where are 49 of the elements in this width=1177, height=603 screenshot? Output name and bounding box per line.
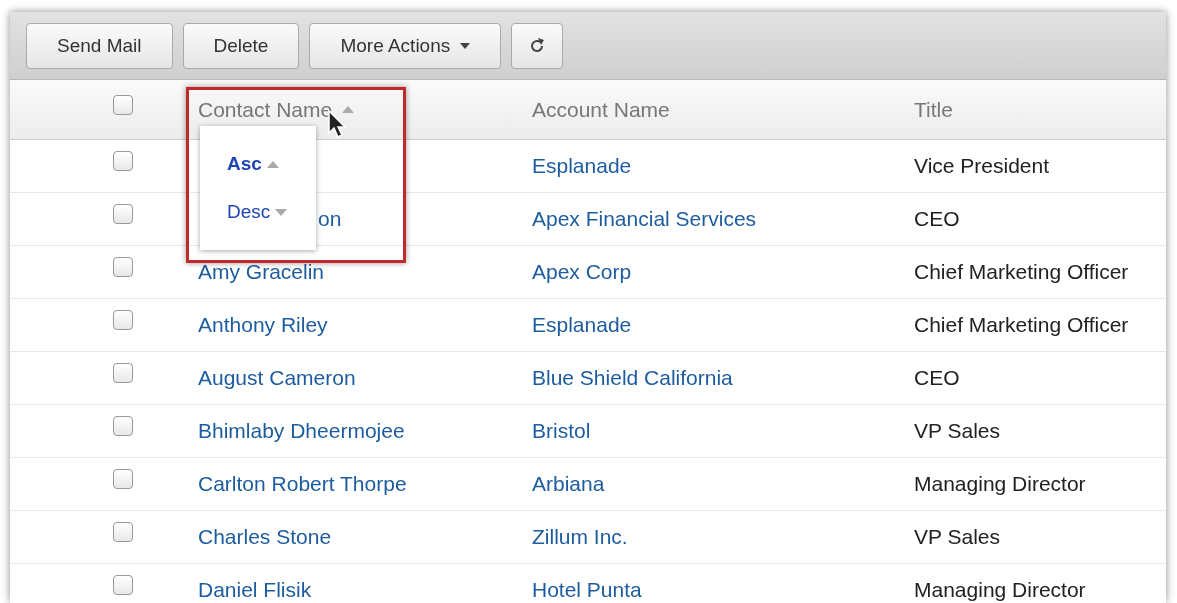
toolbar-button[interactable]: Send Mail <box>26 22 173 69</box>
checkbox[interactable] <box>112 522 133 542</box>
column-header[interactable]: Account Name <box>532 97 670 122</box>
checkbox[interactable] <box>112 310 133 330</box>
contact-link[interactable]: Charles Stone <box>198 525 332 549</box>
refresh-button[interactable] <box>511 22 564 69</box>
table-cell: VP Sales <box>914 525 1000 549</box>
sort-option[interactable]: Desc <box>200 201 316 223</box>
account-link[interactable]: Zillum Inc. <box>532 525 628 549</box>
contact-link[interactable]: Anthony Riley <box>198 313 328 337</box>
column-header[interactable]: Title <box>914 97 953 122</box>
table-cell: VP Sales <box>914 419 1000 443</box>
contact-link[interactable]: Carlton Robert Thorpe <box>198 472 407 496</box>
table-cell: Vice President <box>914 154 1050 178</box>
checkbox[interactable] <box>112 204 133 224</box>
table-cell: CEO <box>914 207 960 231</box>
up-arrow-icon <box>266 160 279 168</box>
account-link[interactable]: Hotel Punta <box>532 578 642 602</box>
account-link[interactable]: Esplanade <box>532 154 632 178</box>
checkbox[interactable] <box>112 257 133 277</box>
account-link[interactable]: Apex Financial Services <box>532 207 757 231</box>
checkbox[interactable] <box>112 151 133 171</box>
checkbox[interactable] <box>112 469 133 489</box>
contact-link[interactable]: Amy Gracelin <box>198 260 325 284</box>
refresh-icon <box>528 36 547 55</box>
checkbox[interactable] <box>112 94 133 115</box>
down-arrow-icon <box>275 208 288 216</box>
caret-icon <box>460 42 471 49</box>
account-link[interactable]: Blue Shield California <box>532 366 733 390</box>
table-cell: CEO <box>914 366 960 390</box>
table-cell: Managing Director <box>914 472 1086 496</box>
account-link[interactable]: Bristol <box>532 419 591 443</box>
contact-link[interactable]: Daniel Flisik <box>198 578 312 602</box>
table-cell: Managing Director <box>914 578 1086 602</box>
contact-link[interactable]: on <box>318 207 342 231</box>
contact-link[interactable]: Bhimlaby Dheermojee <box>198 419 405 443</box>
checkbox[interactable] <box>112 363 133 383</box>
toolbar-button[interactable]: Delete <box>182 22 300 69</box>
table-cell: Chief Marketing Officer <box>914 260 1129 284</box>
checkbox[interactable] <box>112 575 133 595</box>
dropdown-button[interactable]: More Actions <box>309 22 502 69</box>
account-link[interactable]: Esplanade <box>532 313 632 337</box>
column-header[interactable]: Contact Name <box>198 97 333 122</box>
account-link[interactable]: Arbiana <box>532 472 605 496</box>
checkbox[interactable] <box>112 416 133 436</box>
contact-link[interactable]: August Cameron <box>198 366 356 390</box>
sort-option[interactable]: Asc <box>200 153 316 175</box>
table-cell: Chief Marketing Officer <box>914 313 1129 337</box>
account-link[interactable]: Apex Corp <box>532 260 632 284</box>
